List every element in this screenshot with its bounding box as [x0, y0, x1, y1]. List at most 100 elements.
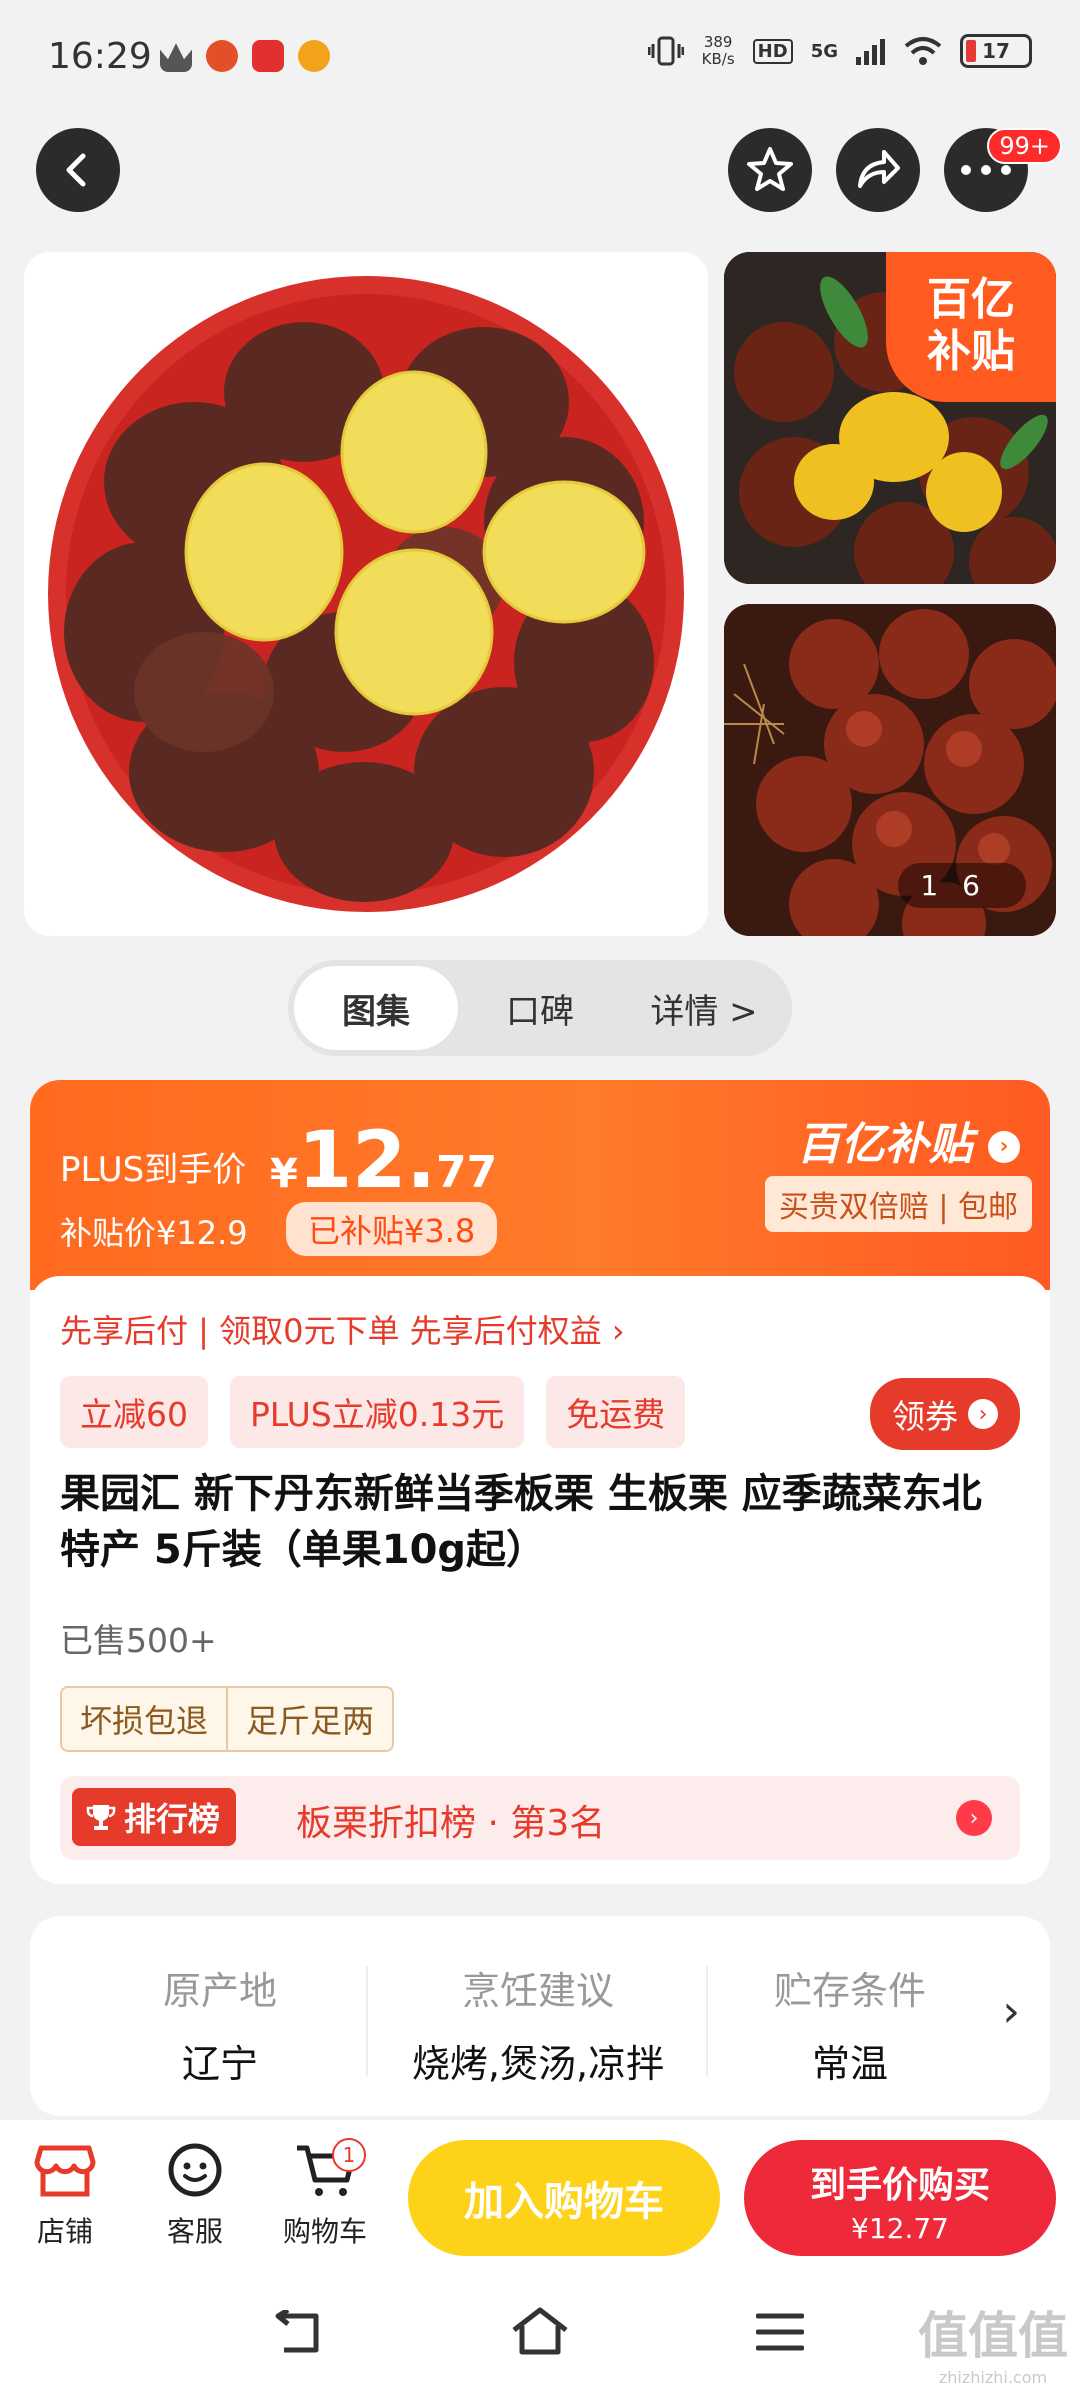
customer-service-button[interactable]: 客服: [140, 2140, 250, 2250]
star-icon: [747, 147, 793, 191]
subsidy-brand: 百亿补贴: [796, 1119, 973, 1170]
favorite-button[interactable]: [728, 128, 812, 212]
service-assurances[interactable]: 坏损包退 足斤足两: [60, 1686, 395, 1752]
pager-total: 6: [962, 869, 1004, 902]
subsidy-corner-line2: 补贴: [927, 326, 1015, 377]
divider: [366, 1966, 368, 2076]
status-right: 389 KB/s HD 5G 17: [647, 34, 1032, 68]
back-button[interactable]: [36, 128, 120, 212]
watermark-logo: 值值值 zhizhizhi.com: [918, 2296, 1068, 2387]
signal-icon: [856, 39, 885, 65]
subsidized-amount-badge: 已补贴¥3.8: [286, 1202, 498, 1256]
sold-count: 已售500+: [60, 1621, 217, 1660]
divider: [706, 1966, 708, 2076]
product-info: 先享后付 | 领取0元下单 先享后付权益 › 立减60 PLUS立减0.13元 …: [30, 1276, 1050, 1884]
image-pager: 16: [898, 863, 1026, 908]
battery-level-icon: [966, 40, 976, 62]
ranking-banner[interactable]: 排行榜 板栗折扣榜 · 第3名 ›: [60, 1776, 1020, 1860]
price-integer: 12.: [297, 1116, 437, 1206]
promo-chip: 免运费: [546, 1376, 686, 1448]
home-nav-icon[interactable]: [510, 2306, 570, 2356]
attribute-key: 烹饪建议: [461, 1969, 614, 2013]
pay-later-link[interactable]: 先享后付 | 领取0元下单 先享后付权益 ›: [60, 1306, 625, 1352]
ranking-tag: 排行榜: [72, 1788, 237, 1846]
chat-smile-icon: [168, 2143, 222, 2197]
chevron-right-icon: ›: [956, 1800, 992, 1836]
thumbnail-image-2[interactable]: 16: [724, 604, 1056, 936]
app-notification-icon: [206, 40, 238, 72]
app-notification-icon: [252, 40, 284, 72]
shop-button[interactable]: 店铺: [10, 2140, 120, 2250]
buy-now-price: ¥12.77: [851, 2212, 949, 2245]
share-icon: [858, 150, 900, 188]
tab-details[interactable]: 详情 >: [622, 966, 786, 1050]
pager-current: 1: [920, 869, 963, 902]
notification-icons: [160, 40, 330, 72]
subsidy-guarantee: 买贵双倍赔 | 包邮: [764, 1176, 1032, 1232]
price-header: PLUS到手价 ¥12.77 补贴价¥12.9 已补贴¥3.8 百亿补贴 › 买…: [30, 1080, 1050, 1290]
net-speed: 389 KB/s: [702, 34, 735, 68]
attribute-storage: 贮存条件 常温: [730, 1960, 970, 2088]
status-time: 16:29: [48, 36, 152, 77]
subsidy-price: 补贴价¥12.9: [60, 1214, 248, 1252]
chevron-right-icon: ›: [968, 1399, 998, 1429]
gallery-tabs: 图集 口碑 详情 >: [288, 960, 792, 1056]
attribute-value: 辽宁: [181, 2042, 258, 2086]
get-coupon-button[interactable]: 领券 ›: [870, 1378, 1020, 1450]
subsidy-brand-link[interactable]: 百亿补贴 ›: [797, 1108, 1020, 1172]
main-product-image[interactable]: [24, 252, 708, 936]
promo-chip: PLUS立减0.13元: [230, 1376, 525, 1448]
promo-chips: 立减60 PLUS立减0.13元 免运费: [60, 1376, 686, 1448]
ranking-text: 板栗折扣榜 · 第3名: [296, 1803, 606, 1844]
vibrate-icon: [647, 36, 684, 66]
chevron-right-icon[interactable]: ›: [1002, 1986, 1020, 2037]
attribute-key: 原产地: [162, 1969, 277, 2013]
attributes-card[interactable]: 原产地 辽宁 烹饪建议 烧烤,煲汤,凉拌 贮存条件 常温 ›: [30, 1916, 1050, 2116]
ranking-tag-label: 排行榜: [124, 1800, 221, 1838]
status-bar: 16:29 389 KB/s HD 5G 17: [0, 0, 1080, 110]
more-dots-icon: [961, 165, 1011, 175]
attribute-key: 贮存条件: [773, 1969, 926, 2013]
battery-level: 17: [982, 39, 1010, 63]
price-decimal: 77: [436, 1147, 498, 1198]
app-notification-icon: [298, 40, 330, 72]
attribute-value: 烧烤,煲汤,凉拌: [411, 2042, 665, 2086]
menu-nav-icon[interactable]: [756, 2312, 804, 2352]
product-title: 果园汇 新下丹东新鲜当季板栗 生板栗 应季蔬菜东北特产 5斤装（单果10g起）: [60, 1471, 982, 1573]
plus-price-label: PLUS到手价: [60, 1150, 247, 1190]
add-to-cart-button[interactable]: 加入购物车: [408, 2140, 720, 2256]
cart-count-badge: 1: [332, 2138, 366, 2172]
bottom-action-bar: 店铺 客服 1 购物车 加入购物车 到手价购买 ¥12.77: [0, 2120, 1080, 2270]
share-button[interactable]: [836, 128, 920, 212]
coupon-label: 领券: [892, 1397, 958, 1436]
promo-chip: 立减60: [60, 1376, 208, 1448]
cart-label: 购物车: [282, 2215, 367, 2248]
net-speed-value: 389: [703, 33, 733, 51]
battery-indicator: 17: [960, 34, 1032, 68]
buy-now-label: 到手价购买: [809, 2165, 990, 2206]
shop-icon: [34, 2145, 96, 2197]
attribute-cooking: 烹饪建议 烧烤,煲汤,凉拌: [378, 1960, 698, 2088]
subsidy-corner-line1: 百亿: [927, 274, 1015, 325]
assurance-item: 坏损包退: [80, 1702, 209, 1740]
chevron-right-icon: ›: [988, 1131, 1020, 1163]
chevron-left-icon: [66, 153, 86, 187]
back-nav-icon[interactable]: [270, 2310, 326, 2356]
hd-indicator: HD: [752, 38, 793, 64]
tab-reviews[interactable]: 口碑: [458, 966, 622, 1050]
watermark-url: zhizhizhi.com: [938, 2368, 1048, 2387]
final-price: ¥12.77: [270, 1116, 497, 1206]
currency-symbol: ¥: [270, 1151, 298, 1197]
watermark-text: 值值值: [918, 2307, 1068, 2365]
cart-button[interactable]: 1 购物车: [270, 2138, 380, 2250]
crown-icon: [160, 43, 192, 72]
tab-gallery[interactable]: 图集: [294, 966, 458, 1050]
buy-now-button[interactable]: 到手价购买 ¥12.77: [744, 2140, 1056, 2256]
network-type: 5G: [810, 40, 838, 62]
shop-label: 店铺: [36, 2215, 93, 2248]
attribute-value: 常温: [811, 2042, 888, 2086]
more-badge: 99+: [987, 128, 1062, 164]
subsidy-corner-badge: 百亿 补贴: [886, 252, 1056, 402]
attribute-origin: 原产地 辽宁: [70, 1960, 370, 2088]
thumbnail-image-1[interactable]: 百亿 补贴: [724, 252, 1056, 584]
